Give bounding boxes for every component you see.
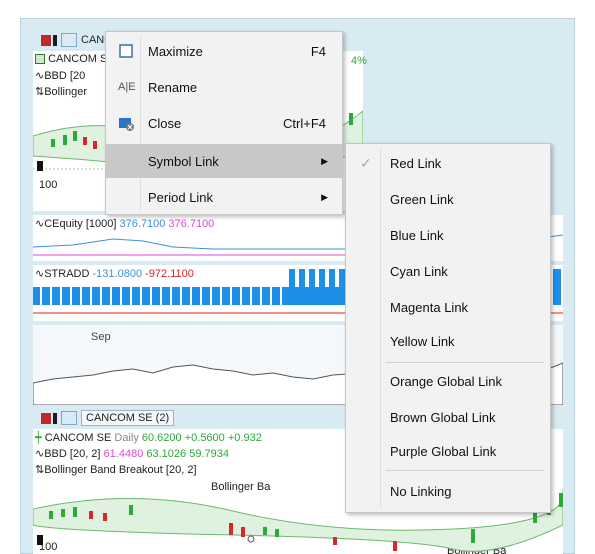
red-link-indicator-icon[interactable] [41,34,51,46]
submenu-item-red-link[interactable]: ✓ Red Link [346,146,550,180]
submenu-separator [386,470,544,471]
menu-item-rename[interactable]: A|E Rename [106,70,342,104]
submenu-item-yellow-link[interactable]: Yellow Link [346,324,550,358]
checkmark-icon: ✓ [360,155,372,171]
submenu-item-cyan-link[interactable]: Cyan Link [346,254,550,288]
chart-type-icon[interactable] [61,33,77,47]
submenu-item-brown-global-link[interactable]: Brown Global Link [346,400,550,434]
menu-item-close[interactable]: Close Ctrl+F4 [106,106,342,140]
submenu-item-orange-global-link[interactable]: Orange Global Link [346,364,550,398]
red-link-indicator-icon[interactable] [41,412,51,424]
submenu-item-no-linking[interactable]: No Linking [346,474,550,508]
rename-icon: A|E [118,81,136,93]
submenu-item-green-link[interactable]: Green Link [346,182,550,216]
submenu-arrow-icon: ▶ [321,191,328,202]
pause-icon[interactable] [53,412,57,424]
submenu-item-blue-link[interactable]: Blue Link [346,218,550,252]
chart-type-icon[interactable] [61,411,77,425]
chart-context-menu: Maximize F4 A|E Rename Close Ctrl+F4 Sym… [105,31,343,215]
menu-item-symbol-link[interactable]: Symbol Link ▶ [106,144,342,178]
chart2-tabbar: CANCOM SE (2) [41,409,175,427]
menu-item-maximize[interactable]: Maximize F4 [106,34,342,68]
submenu-item-magenta-link[interactable]: Magenta Link [346,290,550,324]
chart1-marker [37,161,43,171]
maximize-icon [118,43,134,59]
close-window-icon [118,115,134,131]
symbol-link-submenu: ✓ Red Link Green Link Blue Link Cyan Lin… [345,143,551,513]
submenu-arrow-icon: ▶ [321,155,328,166]
submenu-separator [386,362,544,363]
submenu-item-purple-global-link[interactable]: Purple Global Link [346,434,550,468]
chart2-marker [37,535,43,545]
chart2-tab-title[interactable]: CANCOM SE (2) [81,410,175,426]
pause-icon[interactable] [53,34,57,46]
menu-item-period-link[interactable]: Period Link ▶ [106,180,342,214]
